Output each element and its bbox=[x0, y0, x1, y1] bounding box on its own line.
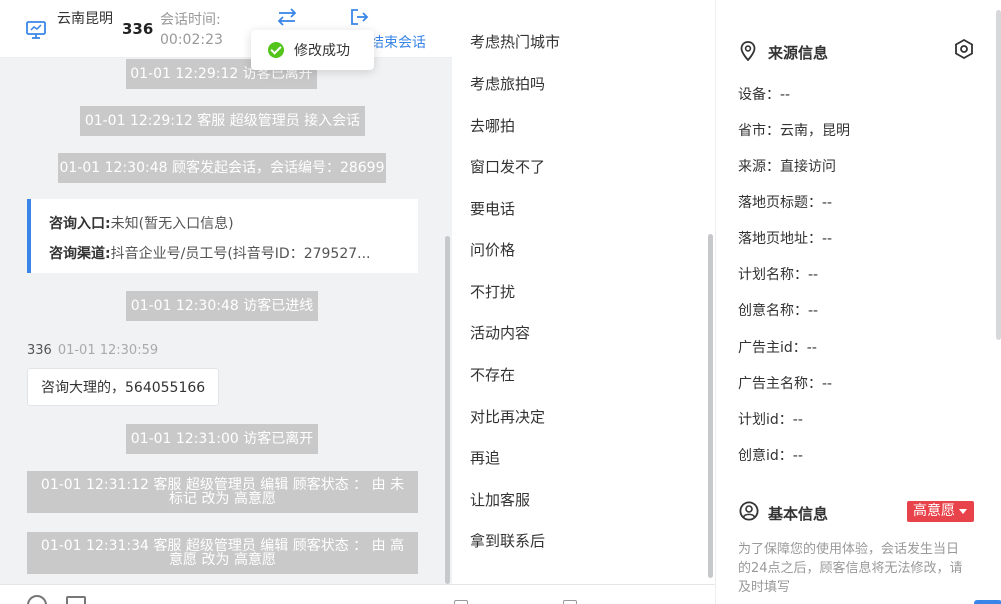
chat-header: 云南昆明 336 会话时间: 00:02:23 结束会话 bbox=[0, 0, 452, 58]
source-field: 广告主id：-- bbox=[738, 340, 817, 356]
consult-channel-label: 咨询渠道: bbox=[49, 246, 111, 262]
monitor-icon bbox=[26, 21, 46, 39]
quick-reply-item[interactable]: 再追 bbox=[470, 447, 500, 468]
visitor-location: 云南昆明 bbox=[57, 11, 113, 27]
quick-reply-item[interactable]: 拿到联系后 bbox=[470, 530, 545, 551]
consult-entry-row: 咨询入口:未知(暂无入口信息) bbox=[49, 213, 234, 233]
source-field: 计划id：-- bbox=[738, 412, 803, 428]
system-message: 01-01 12:30:48 访客已进线 bbox=[126, 291, 318, 321]
edit-notice: 为了保障您的使用体验，会话发生当日的24点之后，顾客信息将无法修改，请及时填写 bbox=[738, 542, 963, 595]
end-session-button[interactable]: 结束会话 bbox=[370, 32, 426, 52]
quick-reply-list: 考虑热门城市 考虑旅拍吗 去哪拍 窗口发不了 要电话 问价格 不打扰 活动内容 … bbox=[452, 0, 715, 604]
source-field: 创意id：-- bbox=[738, 448, 803, 464]
consult-entry-card: 咨询入口:未知(暂无入口信息) 咨询渠道:抖音企业号/员工号(抖音号ID：279… bbox=[27, 199, 418, 273]
quick-reply-item[interactable]: 要电话 bbox=[470, 198, 515, 219]
visitor-id: 336 bbox=[122, 20, 154, 38]
chat-scrollbar[interactable] bbox=[445, 236, 450, 584]
source-info-title: 来源信息 bbox=[768, 44, 829, 62]
basic-info-title: 基本信息 bbox=[768, 505, 829, 523]
intent-status-dropdown[interactable]: 高意愿 bbox=[907, 501, 974, 522]
quick-reply-item[interactable]: 对比再决定 bbox=[470, 406, 545, 427]
quick-reply-item[interactable]: 去哪拍 bbox=[470, 115, 515, 136]
system-message: 01-01 12:31:00 访客已离开 bbox=[126, 424, 318, 454]
floating-action-button[interactable] bbox=[974, 600, 1001, 604]
system-message: 01-01 12:29:12 客服 超级管理员 接入会话 bbox=[80, 106, 365, 136]
toast-message: 修改成功 bbox=[294, 43, 350, 59]
chat-panel: 01-01 12:29:12 访客已离开 01-01 12:29:12 客服 超… bbox=[0, 0, 452, 604]
source-field: 来源：直接访问 bbox=[738, 159, 836, 175]
source-field: 广告主名称：-- bbox=[738, 376, 833, 392]
system-message: 01-01 12:31:12 客服 超级管理员 编辑 顾客状态 ： 由 未标记 … bbox=[27, 471, 418, 513]
source-field: 落地页地址：-- bbox=[738, 231, 833, 247]
quick-reply-item[interactable]: 让加客服 bbox=[470, 489, 530, 510]
consult-channel-value: 抖音企业号/员工号(抖音号ID：279527... bbox=[110, 246, 371, 262]
quick-reply-item[interactable]: 窗口发不了 bbox=[470, 156, 545, 177]
source-field: 设备：-- bbox=[738, 87, 791, 103]
source-field: 省市：云南，昆明 bbox=[738, 123, 850, 139]
image-icon[interactable] bbox=[66, 596, 86, 604]
user-circle-icon bbox=[739, 501, 759, 521]
source-field: 计划名称：-- bbox=[738, 267, 819, 283]
session-time-label: 会话时间: bbox=[160, 12, 221, 28]
quick-reply-item[interactable]: 问价格 bbox=[470, 239, 515, 260]
customer-message-time: 01-01 12:30:59 bbox=[57, 343, 159, 358]
customer-message-bubble: 咨询大理的，564055166 bbox=[27, 368, 220, 406]
quick-reply-scrollbar[interactable] bbox=[708, 234, 713, 578]
customer-info-panel: 来源信息 设备：-- 省市：云南，昆明 来源：直接访问 落地页标题：-- 落地页… bbox=[715, 0, 1001, 604]
check-circle-icon bbox=[268, 42, 284, 58]
quick-reply-item[interactable]: 考虑热门城市 bbox=[470, 31, 560, 52]
quick-reply-item[interactable]: 不打扰 bbox=[470, 281, 515, 302]
location-pin-icon bbox=[740, 41, 756, 61]
source-field: 落地页标题：-- bbox=[738, 195, 833, 211]
quick-reply-item[interactable]: 活动内容 bbox=[470, 322, 530, 343]
success-toast: 修改成功 bbox=[251, 30, 374, 70]
exit-icon[interactable] bbox=[349, 8, 369, 26]
settings-icon[interactable] bbox=[953, 38, 975, 60]
customer-name: 336 bbox=[27, 343, 52, 358]
option-checkbox[interactable] bbox=[454, 600, 468, 604]
system-message: 01-01 12:30:48 顾客发起会话，会话编号：28699 bbox=[58, 153, 386, 183]
consult-entry-label: 咨询入口: bbox=[49, 216, 111, 232]
source-field: 创意名称：-- bbox=[738, 303, 819, 319]
info-scrollbar[interactable] bbox=[996, 10, 1001, 340]
consult-channel-row: 咨询渠道:抖音企业号/员工号(抖音号ID：279527... bbox=[49, 243, 399, 263]
session-time-value: 00:02:23 bbox=[160, 32, 223, 48]
option-checkbox[interactable] bbox=[563, 600, 577, 604]
customer-message-meta: 336 01-01 12:30:59 bbox=[27, 343, 158, 358]
system-message: 01-01 12:31:34 客服 超级管理员 编辑 顾客状态 ： 由 高意愿 … bbox=[27, 532, 418, 574]
quick-reply-item[interactable]: 考虑旅拍吗 bbox=[470, 73, 545, 94]
consult-entry-value: 未知(暂无入口信息) bbox=[110, 216, 234, 232]
quick-reply-item[interactable]: 不存在 bbox=[470, 364, 515, 385]
transfer-icon[interactable] bbox=[276, 8, 298, 26]
quick-reply-footer bbox=[452, 584, 715, 604]
